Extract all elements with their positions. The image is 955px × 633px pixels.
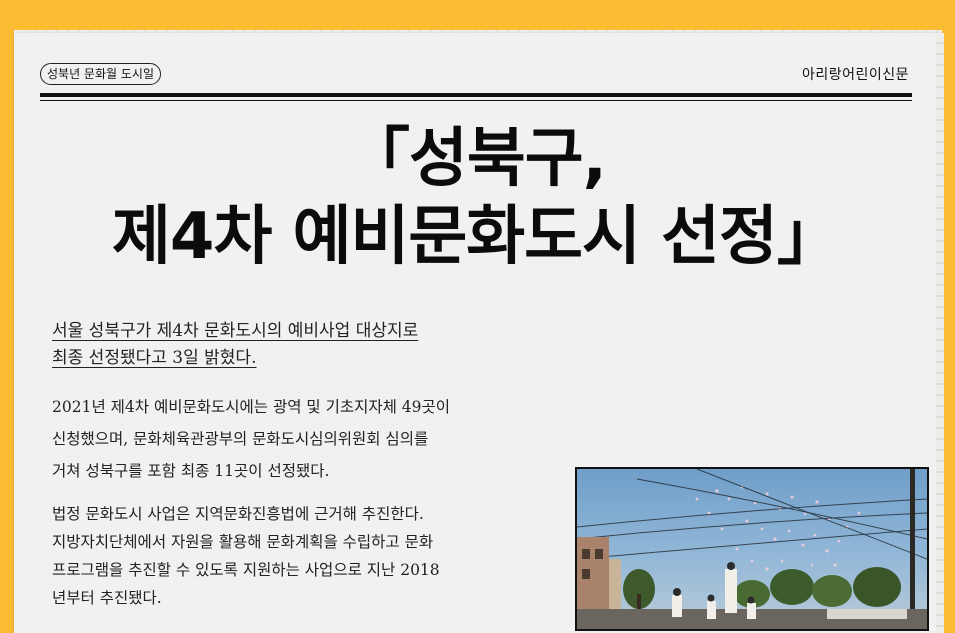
headline-line-2: 제4차 예비문화도시 선정」 xyxy=(112,200,841,274)
section-tag: 성북년 문화월 도시일 xyxy=(40,63,161,85)
article-photo xyxy=(575,467,929,631)
body-paragraph-1: 2021년 제4차 예비문화도시에는 광역 및 기초지자체 49곳이 신청했으며… xyxy=(52,391,552,487)
headline: 「성북구, 제4차 예비문화도시 선정」 xyxy=(40,120,912,276)
paper-stack-edge xyxy=(936,33,944,633)
body-line: 프로그램을 추진할 수 있도록 지원하는 사업으로 지난 2018 xyxy=(52,561,440,579)
body-paragraph-2: 법정 문화도시 사업은 지역문화진흥법에 근거해 추진한다. 지방자치단체에서 … xyxy=(52,500,552,612)
body-line: 지방자치단체에서 자원을 활용해 문화계획을 수립하고 문화 xyxy=(52,533,434,551)
lead-line-1: 서울 성북구가 제4차 문화도시의 예비사업 대상지로 xyxy=(52,321,419,341)
festival-photo-illustration xyxy=(577,469,927,629)
body-line: 신청했으며, 문화체육관광부의 문화도시심의위원회 심의를 xyxy=(52,430,429,448)
header-rule-thick xyxy=(40,93,912,97)
body-line: 거쳐 성북구를 포함 최종 11곳이 선정됐다. xyxy=(52,462,330,480)
lead-line-2: 최종 선정됐다고 3일 밝혔다. xyxy=(52,348,257,368)
headline-line-1: 「성북구, xyxy=(346,122,607,196)
body-line: 년부터 추진됐다. xyxy=(52,589,162,607)
body-line: 2021년 제4차 예비문화도시에는 광역 및 기초지자체 49곳이 xyxy=(52,398,451,416)
body-line: 법정 문화도시 사업은 지역문화진흥법에 근거해 추진한다. xyxy=(52,505,424,523)
header-rule-thin xyxy=(40,100,912,101)
newspaper-brand: 아리랑어린이신문 xyxy=(801,67,909,83)
lead-paragraph: 서울 성북구가 제4차 문화도시의 예비사업 대상지로 최종 선정됐다고 3일 … xyxy=(52,318,522,372)
